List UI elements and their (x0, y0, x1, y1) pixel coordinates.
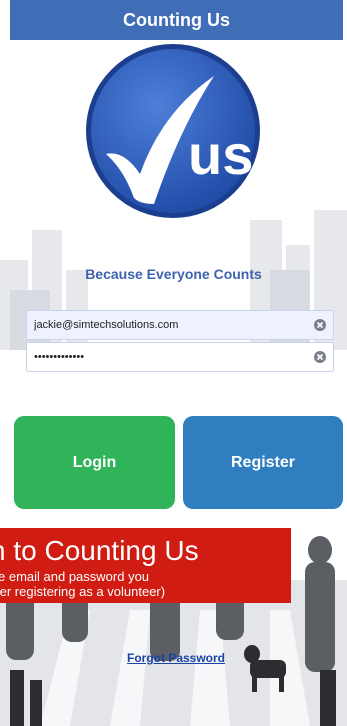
email-field[interactable] (26, 310, 334, 340)
welcome-banner: n to Counting Us e email and password yo… (0, 528, 291, 603)
register-button[interactable]: Register (183, 416, 343, 509)
banner-title: n to Counting Us (0, 535, 199, 566)
banner-text-line-1: e email and password you (0, 569, 150, 584)
clear-password-icon[interactable] (313, 350, 327, 364)
forgot-password-link[interactable]: Forgot Password (127, 651, 225, 665)
banner-text-line-2: ter registering as a volunteer) (0, 584, 166, 599)
login-button[interactable]: Login (14, 416, 175, 509)
app-header: Counting Us (10, 0, 343, 40)
password-field[interactable] (26, 342, 334, 372)
password-input[interactable] (34, 343, 304, 371)
counting-us-logo: us (86, 44, 260, 218)
register-button-label: Register (230, 453, 296, 471)
app-title: Counting Us (123, 10, 230, 30)
tagline: Because Everyone Counts (85, 266, 262, 282)
login-button-label: Login (72, 453, 117, 471)
email-input[interactable] (34, 311, 304, 339)
clear-email-icon[interactable] (313, 318, 327, 332)
logo-mark-text: us (188, 123, 253, 186)
